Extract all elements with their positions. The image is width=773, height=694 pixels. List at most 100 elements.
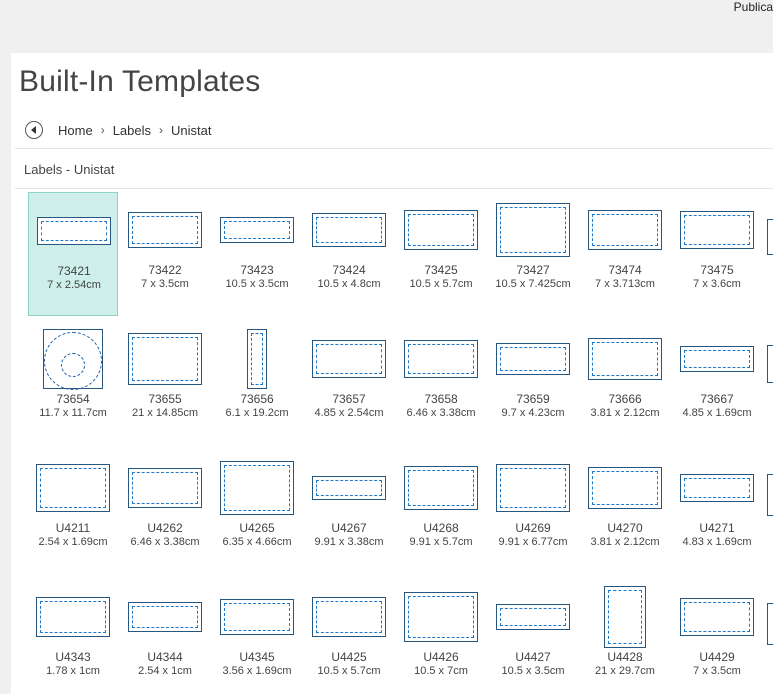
template-size: 10.5 x 7cm <box>414 665 468 677</box>
template-grid: 73421 7 x 2.54cm 73422 7 x 3.5cm 73423 10.5 x… <box>11 53 773 694</box>
label-outline-icon <box>220 217 294 243</box>
label-outline-icon <box>247 329 267 389</box>
template-thumbnail <box>304 458 394 518</box>
template-name: U4270 <box>607 521 643 535</box>
template-tile[interactable]: 73666 3.81 x 2.12cm <box>580 321 670 445</box>
template-tile[interactable]: 73656 6.1 x 19.2cm <box>212 321 302 445</box>
label-printable-area <box>500 347 566 371</box>
label-outline-icon <box>128 602 202 632</box>
template-size: 6.46 x 3.38cm <box>406 407 476 419</box>
template-thumbnail <box>28 587 118 647</box>
label-printable-area <box>408 344 474 374</box>
template-tile[interactable]: 73658 6.46 x 3.38cm <box>396 321 486 445</box>
label-printable-area <box>500 468 566 508</box>
template-tile[interactable]: U4270 3.81 x 2.12cm <box>580 450 670 574</box>
template-thumbnail <box>212 200 302 260</box>
label-outline-icon <box>128 333 202 385</box>
label-outline-icon <box>128 468 202 508</box>
label-outline-icon <box>588 338 662 380</box>
template-tile[interactable]: 73667 4.85 x 1.69cm <box>672 321 762 445</box>
template-thumbnail <box>488 200 578 260</box>
template-name: 73427 <box>516 263 550 277</box>
template-tile[interactable]: 73421 7 x 2.54cm <box>28 192 118 316</box>
template-tile[interactable]: U4427 10.5 x 3.5cm <box>488 579 578 694</box>
template-name: U4425 <box>331 650 367 664</box>
template-thumbnail <box>304 587 394 647</box>
template-tile[interactable]: 73654 11.7 x 11.7cm <box>28 321 118 445</box>
template-name: 73474 <box>608 263 642 277</box>
template-tile[interactable]: U4344 2.54 x 1cm <box>120 579 210 694</box>
template-size: 7 x 3.5cm <box>141 278 189 290</box>
template-tile[interactable]: U4211 2.54 x 1.69cm <box>28 450 118 574</box>
template-tile[interactable]: 73425 10.5 x 5.7cm <box>396 192 486 316</box>
label-printable-area <box>500 207 566 253</box>
template-size: 9.91 x 6.77cm <box>498 536 568 548</box>
label-outline-icon <box>37 217 111 245</box>
template-size: 21 x 29.7cm <box>595 665 655 677</box>
template-tile[interactable]: 73424 10.5 x 4.8cm <box>304 192 394 316</box>
template-tile[interactable]: U4268 9.91 x 5.7cm <box>396 450 486 574</box>
template-size: 10.5 x 4.8cm <box>317 278 381 290</box>
template-size: 10.5 x 7.425cm <box>495 278 571 290</box>
template-size: 10.5 x 5.7cm <box>317 665 381 677</box>
partial-template-thumbnail[interactable] <box>767 219 773 255</box>
template-name: U4271 <box>699 521 735 535</box>
template-tile[interactable]: U4425 10.5 x 5.7cm <box>304 579 394 694</box>
template-tile[interactable]: 73475 7 x 3.6cm <box>672 192 762 316</box>
template-tile[interactable]: 73655 21 x 14.85cm <box>120 321 210 445</box>
template-thumbnail <box>396 200 486 260</box>
template-name: 73659 <box>516 392 550 406</box>
template-tile[interactable]: U4343 1.78 x 1cm <box>28 579 118 694</box>
template-name: U4429 <box>699 650 735 664</box>
label-outline-icon <box>220 461 294 515</box>
template-name: U4426 <box>423 650 459 664</box>
template-size: 7 x 3.713cm <box>595 278 655 290</box>
template-thumbnail <box>212 587 302 647</box>
template-tile[interactable]: U4262 6.46 x 3.38cm <box>120 450 210 574</box>
partial-template-thumbnail[interactable] <box>767 603 773 645</box>
template-tile[interactable]: U4429 7 x 3.5cm <box>672 579 762 694</box>
template-tile[interactable]: U4267 9.91 x 3.38cm <box>304 450 394 574</box>
template-thumbnail <box>488 329 578 389</box>
template-tile[interactable]: U4271 4.83 x 1.69cm <box>672 450 762 574</box>
template-thumbnail <box>28 458 118 518</box>
template-tile[interactable]: 73657 4.85 x 2.54cm <box>304 321 394 445</box>
template-tile[interactable]: 73423 10.5 x 3.5cm <box>212 192 302 316</box>
template-tile[interactable]: 73427 10.5 x 7.425cm <box>488 192 578 316</box>
template-size: 3.81 x 2.12cm <box>590 407 660 419</box>
label-printable-area <box>608 590 642 644</box>
label-outline-icon <box>404 592 478 642</box>
template-tile[interactable]: U4269 9.91 x 6.77cm <box>488 450 578 574</box>
template-tile[interactable]: 73422 7 x 3.5cm <box>120 192 210 316</box>
template-size: 2.54 x 1.69cm <box>38 536 108 548</box>
template-name: 73654 <box>56 392 90 406</box>
template-tile[interactable]: U4345 3.56 x 1.69cm <box>212 579 302 694</box>
label-outline-icon <box>680 211 754 249</box>
template-tile[interactable]: 73659 9.7 x 4.23cm <box>488 321 578 445</box>
label-printable-area <box>684 215 750 245</box>
template-name: U4428 <box>607 650 643 664</box>
template-tile[interactable]: U4426 10.5 x 7cm <box>396 579 486 694</box>
label-outline-icon <box>404 210 478 250</box>
partial-template-thumbnail[interactable] <box>767 345 773 383</box>
label-outline-icon <box>312 340 386 378</box>
label-outline-icon <box>680 474 754 502</box>
template-name: 73424 <box>332 263 366 277</box>
template-name: 73421 <box>57 264 91 278</box>
partial-template-thumbnail[interactable] <box>767 474 773 516</box>
label-printable-area <box>224 221 290 239</box>
template-tile[interactable]: 73474 7 x 3.713cm <box>580 192 670 316</box>
template-thumbnail <box>672 587 762 647</box>
label-outline-icon <box>496 203 570 257</box>
template-name: 73422 <box>148 263 182 277</box>
templates-panel: Built-In Templates Home › Labels › Unist… <box>11 53 773 694</box>
template-size: 4.85 x 2.54cm <box>314 407 384 419</box>
template-name: U4267 <box>331 521 367 535</box>
template-tile[interactable]: U4265 6.35 x 4.66cm <box>212 450 302 574</box>
template-tile[interactable]: U4428 21 x 29.7cm <box>580 579 670 694</box>
label-outline-icon <box>588 210 662 250</box>
template-size: 3.56 x 1.69cm <box>222 665 292 677</box>
label-printable-area <box>224 603 290 631</box>
template-thumbnail <box>396 587 486 647</box>
template-size: 11.7 x 11.7cm <box>39 407 107 419</box>
